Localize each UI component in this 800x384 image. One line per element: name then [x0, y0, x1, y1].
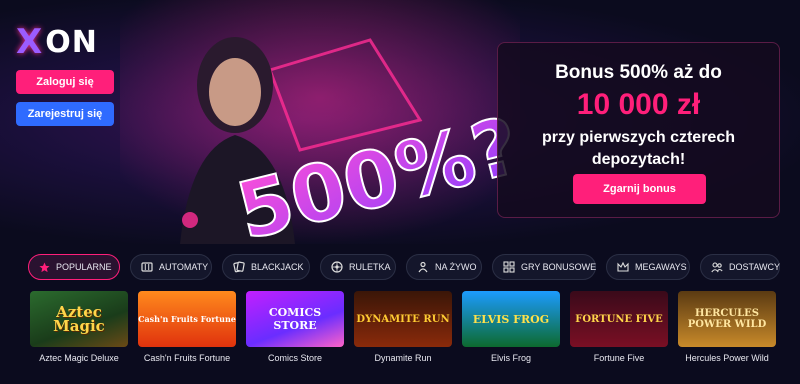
tab-label: NA ŻYWO	[435, 262, 477, 272]
game-title: Cash'n Fruits Fortune	[143, 353, 231, 363]
hero-illustration: 500%?	[120, 0, 520, 244]
game-thumbnail[interactable]: ELVIS FROG	[462, 291, 560, 347]
star-icon	[39, 261, 50, 273]
game-thumbnail[interactable]: Cash'n Fruits Fortune	[138, 291, 236, 347]
game-tile-cashn-fruits-fortune[interactable]: Cash'n Fruits Fortune Cash'n Fruits Fort…	[138, 291, 236, 371]
tab-label: MEGAWAYS	[635, 262, 687, 272]
tab-label: GRY BONUSOWE	[521, 262, 597, 272]
logo-text: ON	[45, 24, 98, 60]
claim-bonus-button[interactable]: Zgarnij bonus	[573, 174, 706, 204]
hero-banner: 500%? X ON Zaloguj się Zarejestruj się B…	[0, 0, 800, 244]
game-title: Elvis Frog	[490, 353, 531, 363]
game-tile-hercules-power-wild[interactable]: HERCULES POWER WILD Hercules Power Wild	[678, 291, 776, 371]
game-title: Fortune Five	[593, 353, 645, 363]
game-title: Hercules Power Wild	[685, 353, 769, 363]
slot-machine-icon	[141, 261, 153, 273]
category-tabs: POPULARNE AUTOMATY BLACKJACK RULETKA NA …	[28, 254, 780, 280]
promo-headline: Bonus 500% aż do	[555, 62, 722, 83]
game-thumbnail[interactable]: COMICS STORE	[246, 291, 344, 347]
tab-automaty[interactable]: AUTOMATY	[130, 254, 212, 280]
game-title: Aztec Magic Deluxe	[39, 353, 119, 363]
game-title: Dynamite Run	[374, 353, 432, 363]
tab-megaways[interactable]: MEGAWAYS	[606, 254, 690, 280]
game-thumbnail[interactable]: FORTUNE FIVE	[570, 291, 668, 347]
tab-popularne[interactable]: POPULARNE	[28, 254, 120, 280]
game-title: Comics Store	[267, 353, 322, 363]
promo-subtitle-line1: przy pierwszych czterech	[542, 129, 735, 146]
game-thumbnail[interactable]: DYNAMITE RUN	[354, 291, 452, 347]
roulette-icon	[331, 261, 343, 273]
game-tile-elvis-frog[interactable]: ELVIS FROG Elvis Frog	[462, 291, 560, 371]
cards-icon	[233, 261, 245, 273]
site-logo[interactable]: X ON	[16, 22, 98, 62]
bonus-promo-card: Bonus 500% aż do 10 000 zł przy pierwszy…	[497, 42, 780, 218]
tab-label: POPULARNE	[56, 262, 112, 272]
tab-label: BLACKJACK	[251, 262, 304, 272]
tab-blackjack[interactable]: BLACKJACK	[222, 254, 310, 280]
game-thumbnail[interactable]: Aztec Magic	[30, 291, 128, 347]
crown-icon	[617, 261, 629, 273]
logo-x: X	[16, 22, 44, 62]
live-icon	[417, 261, 429, 273]
providers-icon	[711, 261, 723, 273]
tab-label: AUTOMATY	[159, 262, 209, 272]
tab-gry-bonusowe[interactable]: GRY BONUSOWE	[492, 254, 596, 280]
tab-ruletka[interactable]: RULETKA	[320, 254, 396, 280]
promo-subtitle-line2: depozytach!	[591, 151, 686, 168]
tab-label: DOSTAWCY	[729, 262, 780, 272]
games-row: Aztec Magic Aztec Magic Deluxe Cash'n Fr…	[30, 291, 776, 371]
game-tile-comics-store[interactable]: COMICS STORE Comics Store	[246, 291, 344, 371]
game-tile-dynamite-run[interactable]: DYNAMITE RUN Dynamite Run	[354, 291, 452, 371]
tab-dostawcy[interactable]: DOSTAWCY	[700, 254, 780, 280]
tab-label: RULETKA	[349, 262, 391, 272]
tab-na-zywo[interactable]: NA ŻYWO	[406, 254, 482, 280]
game-thumbnail[interactable]: HERCULES POWER WILD	[678, 291, 776, 347]
game-tile-aztec-magic-deluxe[interactable]: Aztec Magic Aztec Magic Deluxe	[30, 291, 128, 371]
login-button[interactable]: Zaloguj się	[16, 70, 114, 94]
bonus-icon	[503, 261, 515, 273]
register-button[interactable]: Zarejestruj się	[16, 102, 114, 126]
game-tile-fortune-five[interactable]: FORTUNE FIVE Fortune Five	[570, 291, 668, 371]
promo-amount: 10 000 zł	[576, 88, 701, 121]
